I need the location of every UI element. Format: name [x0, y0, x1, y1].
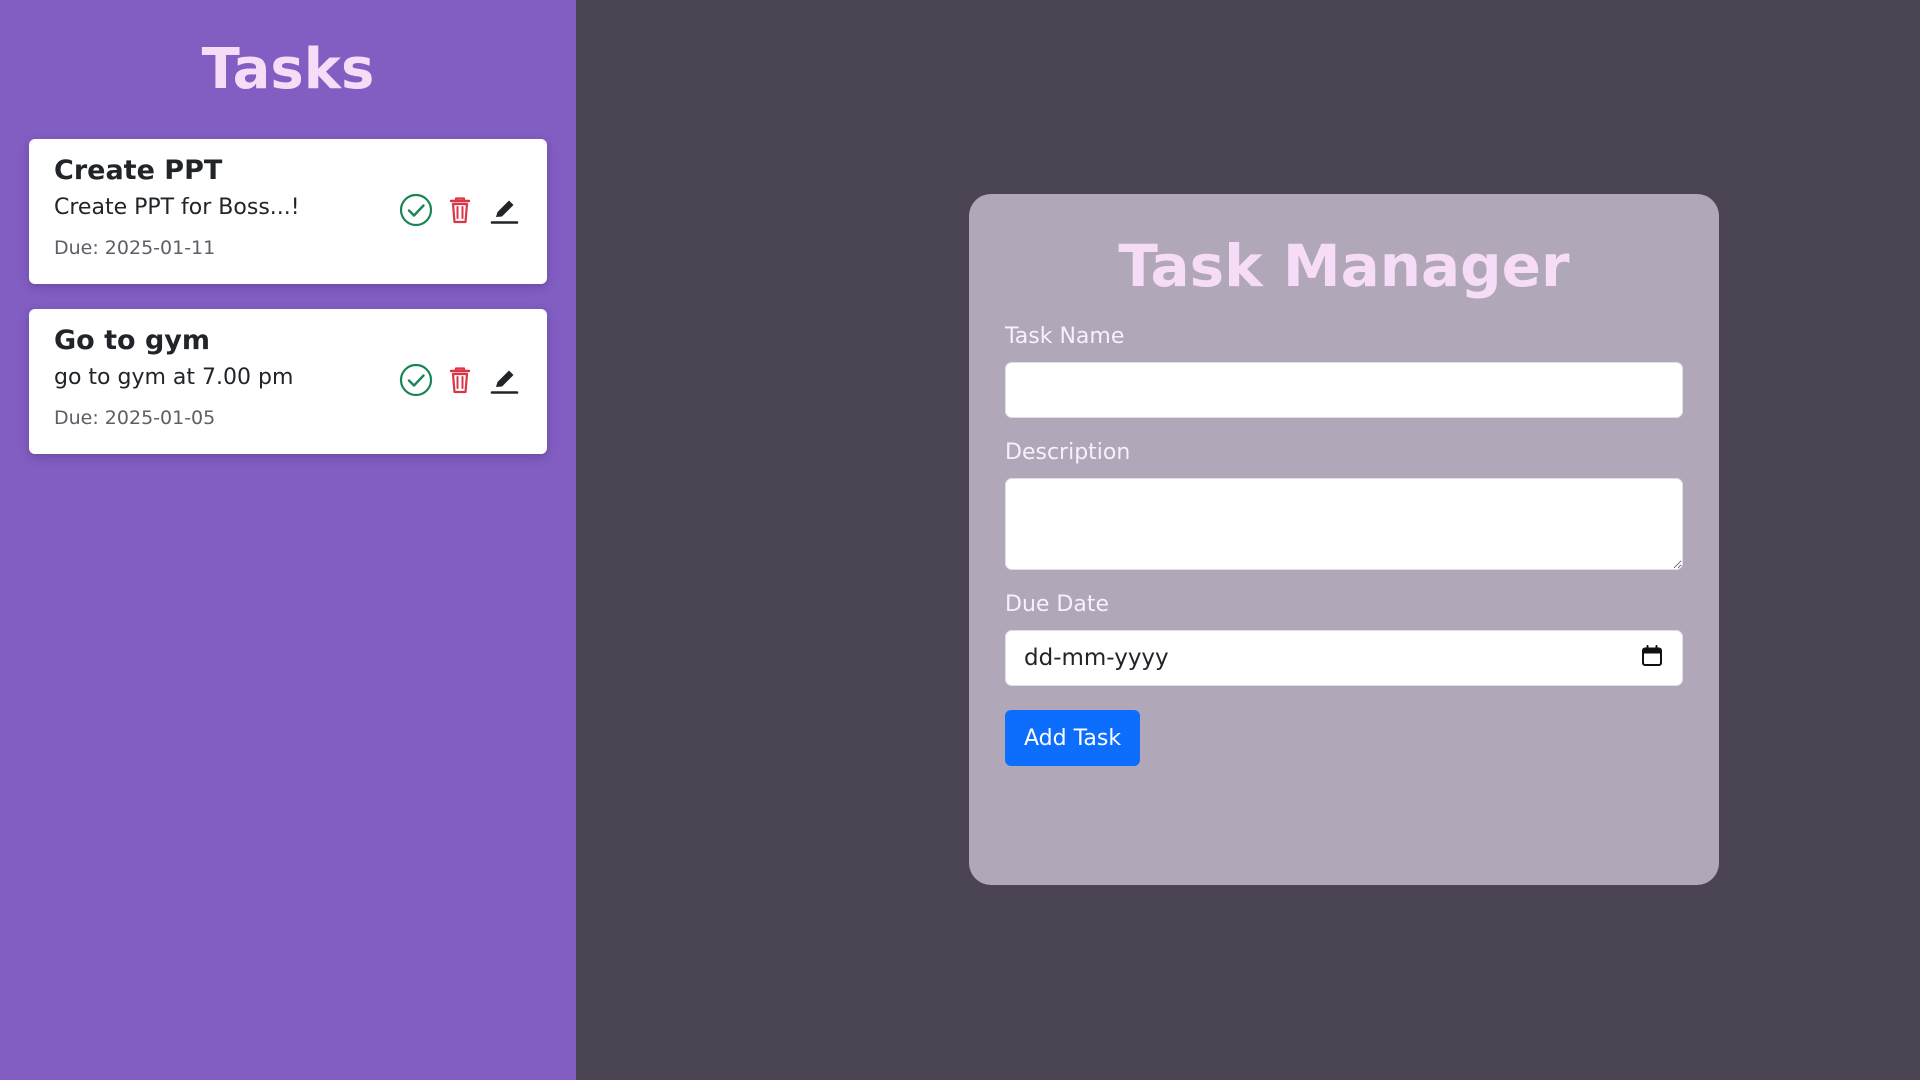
- task-name: Create PPT: [54, 155, 223, 186]
- task-manager-form: Task Manager Task Name Description Due D…: [969, 194, 1719, 885]
- trash-icon[interactable]: [443, 193, 477, 227]
- task-actions: [399, 193, 521, 227]
- due-date-input[interactable]: dd-mm-yyyy: [1005, 630, 1683, 686]
- pencil-icon[interactable]: [487, 363, 521, 397]
- task-name: Go to gym: [54, 325, 211, 356]
- task-card: Go to gym go to gym at 7.00 pm Due: 2025…: [29, 309, 547, 454]
- form-title: Task Manager: [1118, 232, 1570, 300]
- calendar-icon[interactable]: [1640, 644, 1664, 672]
- task-card: Create PPT Create PPT for Boss...! Due: …: [29, 139, 547, 284]
- description-textarea[interactable]: [1005, 478, 1683, 570]
- pencil-icon[interactable]: [487, 193, 521, 227]
- task-due-date: Due: 2025-01-05: [54, 407, 216, 429]
- description-label: Description: [1005, 440, 1131, 465]
- task-due-date: Due: 2025-01-11: [54, 237, 216, 259]
- task-actions: [399, 363, 521, 397]
- check-circle-icon[interactable]: [399, 363, 433, 397]
- task-name-label: Task Name: [1005, 324, 1125, 349]
- task-name-input[interactable]: [1005, 362, 1683, 418]
- task-list: Create PPT Create PPT for Boss...! Due: …: [29, 139, 547, 454]
- check-circle-icon[interactable]: [399, 193, 433, 227]
- add-task-button[interactable]: Add Task: [1005, 710, 1141, 766]
- due-date-placeholder: dd-mm-yyyy: [1024, 645, 1169, 671]
- trash-icon[interactable]: [443, 363, 477, 397]
- due-date-label: Due Date: [1005, 592, 1109, 617]
- sidebar-title: Tasks: [201, 37, 375, 102]
- task-sidebar: Tasks Create PPT Create PPT for Boss...!…: [0, 0, 576, 1080]
